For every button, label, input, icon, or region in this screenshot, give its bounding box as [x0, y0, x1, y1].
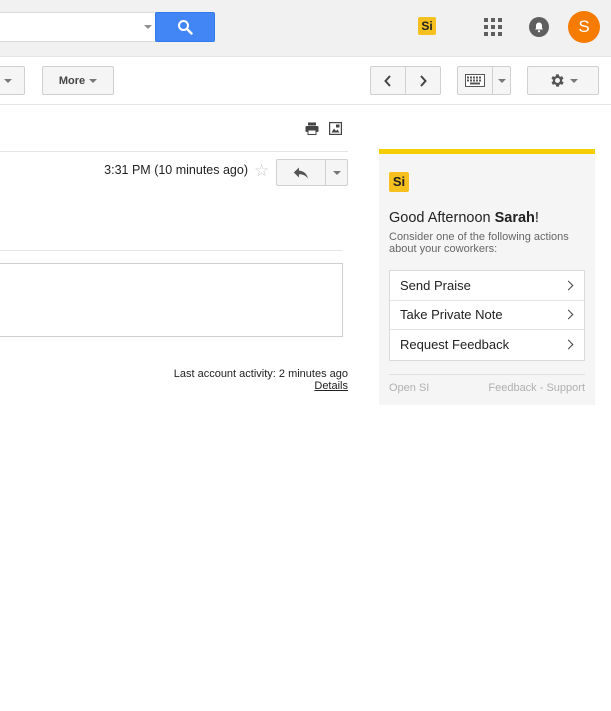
apps-icon[interactable]	[484, 18, 502, 36]
caret-down-icon	[569, 78, 578, 83]
action-send-praise[interactable]: Send Praise	[390, 271, 584, 301]
support-link[interactable]: Support	[546, 382, 585, 394]
search-input[interactable]	[0, 12, 156, 42]
caret-down-icon	[497, 78, 506, 83]
notifications-icon[interactable]	[529, 17, 549, 37]
caret-down-icon	[144, 25, 152, 29]
top-header: Si S	[0, 0, 611, 57]
chevron-right-icon	[420, 74, 427, 87]
feedback-link[interactable]: Feedback	[488, 382, 536, 394]
reply-options-dropdown[interactable]	[325, 159, 348, 186]
keyboard-icon	[465, 74, 485, 87]
settings-button[interactable]	[527, 66, 599, 95]
last-account-activity: Last account activity: 2 minutes ago	[173, 368, 348, 380]
caret-down-icon	[3, 78, 12, 83]
si-sidebar-panel: Si Good Afternoon Sarah! Consider one of…	[379, 149, 595, 405]
toolbar-dropdown-button[interactable]	[0, 66, 25, 95]
account-avatar[interactable]: S	[568, 11, 600, 43]
reply-icon	[293, 167, 308, 178]
greeting-name: Sarah	[494, 210, 535, 226]
caret-down-icon	[89, 78, 98, 83]
chevron-right-icon	[563, 280, 574, 291]
greeting-prefix: Good Afternoon	[389, 210, 495, 226]
search-options-dropdown[interactable]	[141, 12, 155, 42]
open-si-link[interactable]: Open SI	[389, 382, 429, 394]
action-label: Take Private Note	[400, 307, 503, 323]
input-tools-dropdown[interactable]	[492, 66, 511, 95]
message-timestamp: 3:31 PM (10 minutes ago)	[104, 163, 248, 177]
new-window-icon[interactable]	[329, 122, 342, 135]
print-icon[interactable]	[305, 122, 319, 135]
input-tools-button[interactable]	[457, 66, 493, 95]
greeting-suffix: !	[534, 210, 539, 226]
message-body-divider	[0, 250, 343, 251]
newer-message-button[interactable]	[370, 66, 406, 95]
details-link[interactable]: Details	[250, 380, 348, 392]
star-icon[interactable]: ☆	[254, 162, 269, 179]
chevron-right-icon	[563, 339, 574, 350]
message-toolbar: More	[0, 57, 611, 105]
si-extension-icon[interactable]: Si	[418, 17, 436, 35]
chevron-right-icon	[563, 309, 574, 320]
bell-icon	[535, 22, 543, 33]
gear-icon	[550, 74, 564, 87]
search-button[interactable]	[155, 12, 215, 42]
caret-down-icon	[332, 170, 341, 175]
action-list: Send Praise Take Private Note Request Fe…	[389, 270, 585, 361]
older-message-button[interactable]	[405, 66, 441, 95]
search-icon	[178, 20, 193, 35]
more-label: More	[58, 74, 86, 87]
chevron-left-icon	[384, 74, 391, 87]
footer-links: Feedback - Support	[488, 382, 585, 394]
more-button[interactable]: More	[42, 66, 114, 95]
reply-box[interactable]	[0, 263, 343, 337]
greeting-subtext: Consider one of the following actions ab…	[389, 231, 569, 255]
action-take-private-note[interactable]: Take Private Note	[390, 301, 584, 330]
reply-button[interactable]	[276, 159, 326, 186]
action-request-feedback[interactable]: Request Feedback	[390, 330, 584, 360]
message-header-divider	[0, 151, 348, 152]
greeting: Good Afternoon Sarah!	[389, 210, 539, 226]
si-logo: Si	[389, 172, 409, 192]
action-label: Request Feedback	[400, 337, 510, 353]
panel-footer-divider	[389, 374, 585, 375]
action-label: Send Praise	[400, 277, 471, 293]
footer-separator: -	[536, 382, 547, 394]
